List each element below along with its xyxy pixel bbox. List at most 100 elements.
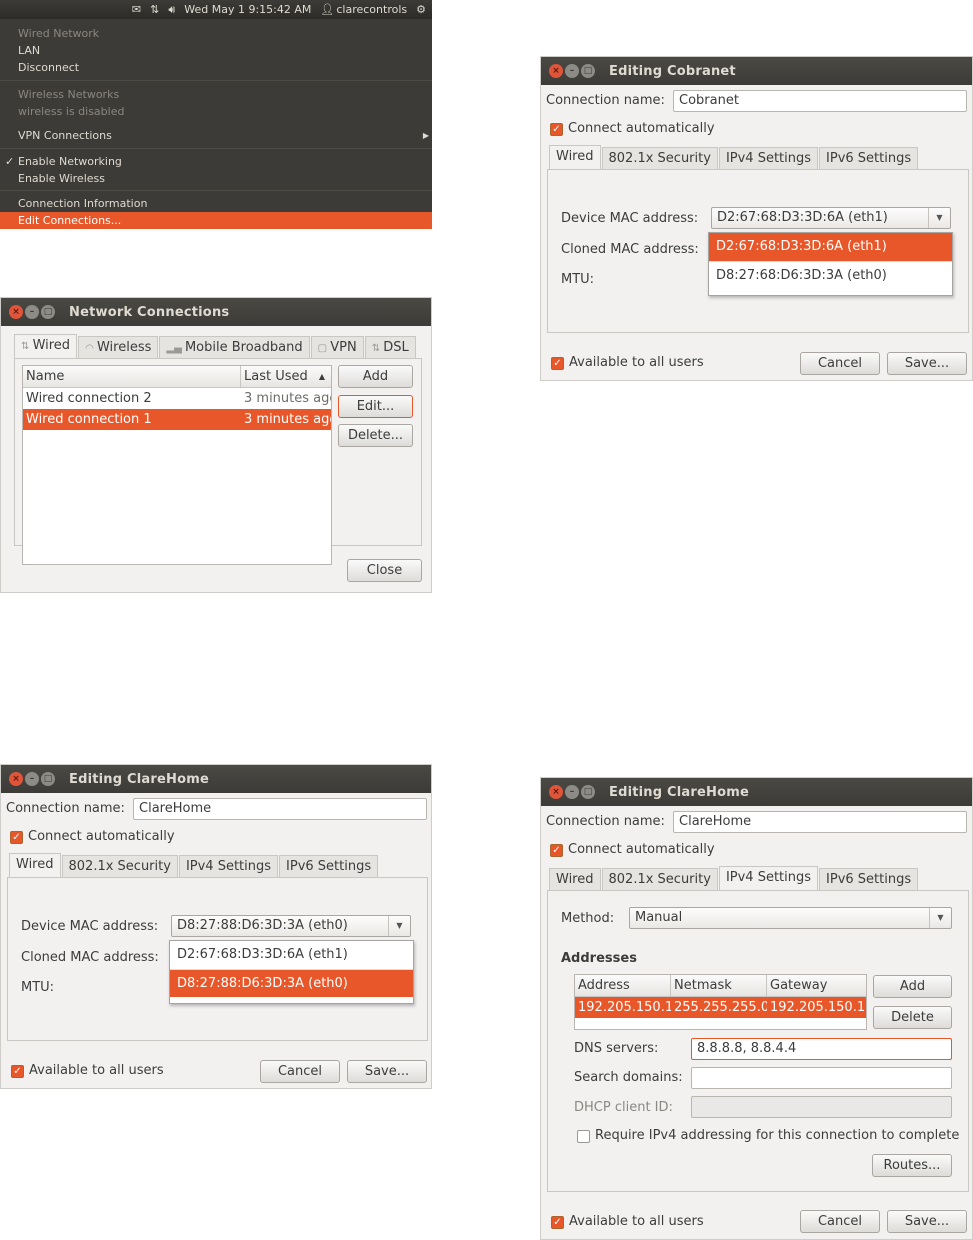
method-dropdown[interactable]: Manual ▼ — [629, 907, 952, 929]
cell-address[interactable]: 192.205.150.1 — [575, 997, 671, 1018]
tab-wired[interactable]: Wired — [549, 868, 601, 890]
available-to-all-users-checkbox[interactable]: ✓ — [551, 1216, 564, 1229]
cancel-button[interactable]: Cancel — [800, 1210, 880, 1233]
volume-icon[interactable]: 🔊︎ — [168, 3, 175, 17]
save-button[interactable]: Save... — [887, 352, 967, 375]
menu-item-vpn-connections[interactable]: VPN Connections ▶ — [0, 127, 432, 144]
tab-ipv4-settings[interactable]: IPv4 Settings — [178, 855, 279, 877]
tab-ipv6-settings[interactable]: IPv6 Settings — [819, 147, 919, 169]
network-icon[interactable]: ⇅ — [150, 3, 159, 16]
signal-icon: ▂▄ — [166, 343, 185, 354]
row-last-used: 3 minutes ago — [244, 412, 331, 427]
maximize-icon[interactable]: □ — [41, 305, 55, 319]
add-address-button[interactable]: Add — [873, 975, 952, 998]
editing-cobranet-window: × – □ Editing Cobranet Connection name: … — [540, 56, 973, 381]
cancel-button[interactable]: Cancel — [800, 352, 880, 375]
maximize-icon[interactable]: □ — [581, 64, 595, 78]
tab-ipv6-settings[interactable]: IPv6 Settings — [819, 868, 919, 890]
mtu-label: MTU: — [561, 272, 595, 287]
dns-servers-field[interactable]: 8.8.8.8, 8.8.4.4 — [691, 1038, 952, 1060]
cell-gateway[interactable]: 192.205.150.1 — [767, 997, 866, 1018]
minimize-icon[interactable]: – — [25, 772, 39, 786]
close-icon[interactable]: × — [9, 305, 23, 319]
menu-item-enable-networking[interactable]: ✓ Enable Networking — [0, 153, 432, 170]
delete-button[interactable]: Delete... — [338, 424, 413, 447]
tab-wired[interactable]: Wired — [9, 853, 61, 877]
connections-list[interactable]: Name Last Used ▲ Wired connection 2 3 min… — [22, 365, 332, 565]
mail-icon[interactable]: ✉ — [132, 3, 141, 16]
tab-ipv6-settings[interactable]: IPv6 Settings — [279, 855, 379, 877]
available-to-all-users-checkbox[interactable]: ✓ — [11, 1065, 24, 1078]
close-icon[interactable]: × — [9, 772, 23, 786]
search-domains-field[interactable] — [691, 1067, 952, 1089]
close-button[interactable]: Close — [347, 559, 422, 582]
maximize-icon[interactable]: □ — [581, 785, 595, 799]
require-ipv4-checkbox[interactable] — [577, 1130, 590, 1143]
minimize-icon[interactable]: – — [565, 785, 579, 799]
tab-8021x-security[interactable]: 802.1x Security — [601, 868, 718, 890]
close-icon[interactable]: × — [549, 64, 563, 78]
menu-item-connection-information[interactable]: Connection Information — [0, 195, 432, 212]
tab-8021x-security[interactable]: 802.1x Security — [601, 147, 718, 169]
tab-8021x-security[interactable]: 802.1x Security — [61, 855, 178, 877]
tab-wireless[interactable]: ◠ Wireless — [78, 336, 159, 358]
window-title: Editing ClareHome — [609, 784, 749, 800]
gear-icon[interactable]: ⚙ — [416, 3, 426, 16]
tab-dsl[interactable]: ⇅ DSL — [364, 336, 416, 358]
device-mac-dropdown[interactable]: D8:27:88:D6:3D:3A (eth0) ▼ — [171, 915, 411, 937]
routes-button[interactable]: Routes... — [872, 1154, 952, 1177]
connect-automatically-checkbox[interactable]: ✓ — [10, 831, 23, 844]
column-header-address[interactable]: Address — [575, 975, 671, 996]
device-mac-dropdown[interactable]: D2:67:68:D3:3D:6A (eth1) ▼ — [711, 207, 951, 229]
save-button[interactable]: Save... — [887, 1210, 967, 1233]
cancel-button[interactable]: Cancel — [260, 1060, 340, 1083]
column-header-last-used[interactable]: Last Used ▲ — [241, 366, 331, 387]
tab-wired[interactable]: Wired — [549, 145, 601, 169]
tab-ipv4-settings[interactable]: IPv4 Settings — [718, 147, 819, 169]
available-to-all-users-checkbox[interactable]: ✓ — [551, 357, 564, 370]
menu-item-edit-connections[interactable]: Edit Connections... — [0, 212, 432, 229]
mac-option[interactable]: D2:67:68:D3:3D:6A (eth1) — [709, 233, 952, 261]
connection-name-field[interactable]: Cobranet — [673, 90, 967, 112]
mac-option[interactable]: D8:27:88:D6:3D:3A (eth0) — [170, 969, 413, 997]
table-row[interactable]: Wired connection 2 3 minutes ago — [23, 388, 331, 409]
table-row[interactable]: 192.205.150.1 255.255.255.0 192.205.150.… — [575, 997, 866, 1018]
column-header-gateway[interactable]: Gateway — [767, 975, 866, 996]
column-header-netmask[interactable]: Netmask — [671, 975, 767, 996]
mac-address-popup: D2:67:68:D3:3D:6A (eth1) D8:27:68:D6:3D:… — [708, 232, 953, 296]
menu-item-enable-wireless[interactable]: Enable Wireless — [0, 170, 432, 187]
window-titlebar: × – □ Editing ClareHome — [541, 778, 972, 806]
clock[interactable]: Wed May 1 9:15:42 AM — [184, 3, 311, 16]
user-name[interactable]: clarecontrols — [336, 3, 407, 16]
menu-item-disconnect[interactable]: Disconnect — [0, 59, 432, 76]
maximize-icon[interactable]: □ — [41, 772, 55, 786]
connect-automatically-checkbox[interactable]: ✓ — [550, 123, 563, 136]
minimize-icon[interactable]: – — [25, 305, 39, 319]
tab-mobile-broadband[interactable]: ▂▄ Mobile Broadband — [159, 336, 310, 358]
tab-wired[interactable]: ⇅ Wired — [14, 334, 78, 358]
connection-name-field[interactable]: ClareHome — [673, 811, 967, 833]
close-icon[interactable]: × — [549, 785, 563, 799]
minimize-icon[interactable]: – — [565, 64, 579, 78]
require-ipv4-label: Require IPv4 addressing for this connect… — [595, 1128, 960, 1143]
mac-option[interactable]: D2:67:68:D3:3D:6A (eth1) — [170, 941, 413, 969]
connection-name-field[interactable]: ClareHome — [133, 798, 427, 820]
tab-label: Mobile Broadband — [184, 340, 303, 355]
cell-netmask[interactable]: 255.255.255.0 — [671, 997, 767, 1018]
tab-vpn[interactable]: ▢ VPN — [310, 336, 364, 358]
connect-automatically-checkbox[interactable]: ✓ — [550, 844, 563, 857]
menu-item-label: Enable Networking — [18, 155, 122, 168]
column-header-name[interactable]: Name — [23, 366, 241, 387]
menu-item-lan[interactable]: LAN — [0, 42, 432, 59]
mac-address-popup: D2:67:68:D3:3D:6A (eth1) D8:27:88:D6:3D:… — [169, 940, 414, 1004]
menu-item-label: VPN Connections — [18, 129, 112, 142]
mac-option[interactable]: D8:27:68:D6:3D:3A (eth0) — [709, 261, 952, 289]
wired-icon: ⇅ — [21, 341, 33, 352]
save-button[interactable]: Save... — [347, 1060, 427, 1083]
addresses-table[interactable]: Address Netmask Gateway 192.205.150.1 25… — [574, 974, 867, 1030]
add-button[interactable]: Add — [338, 365, 413, 388]
edit-button[interactable]: Edit... — [338, 395, 413, 418]
table-row[interactable]: Wired connection 1 3 minutes ago — [23, 409, 331, 430]
tab-ipv4-settings[interactable]: IPv4 Settings — [718, 866, 819, 890]
delete-address-button[interactable]: Delete — [873, 1006, 952, 1029]
